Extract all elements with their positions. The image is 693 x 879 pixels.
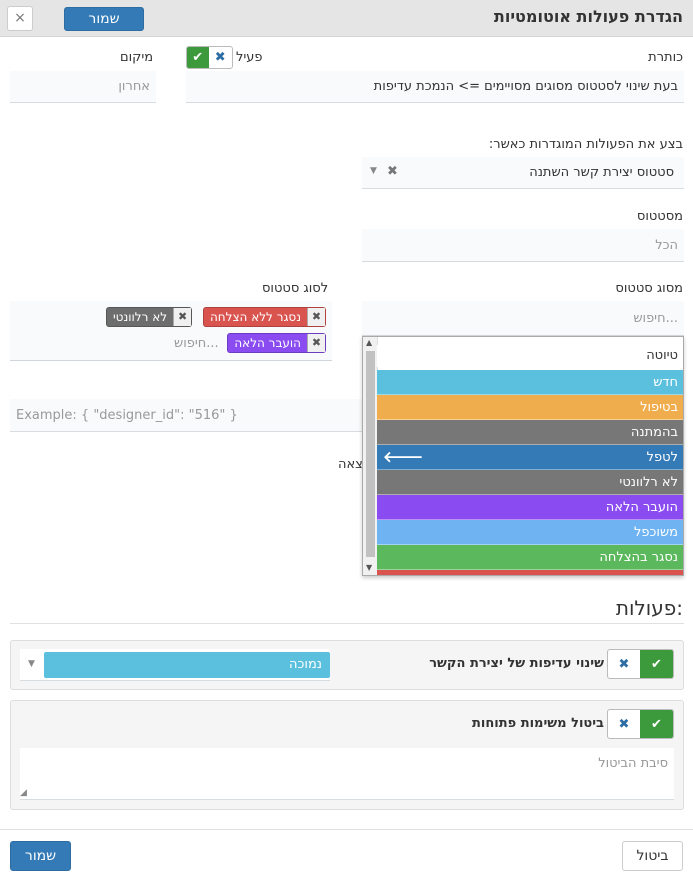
check-icon[interactable]: ✔ — [640, 650, 673, 678]
trigger-select[interactable]: סטטוס יצירת קשר השתנה ✖ ▼ — [362, 157, 684, 189]
cancel-reason-placeholder: סיבת הביטול — [598, 756, 668, 771]
dropdown-option[interactable]: בטיפול — [377, 395, 683, 420]
from-status-label: מסטטוס — [636, 209, 683, 224]
trigger-value: סטטוס יצירת קשר השתנה — [529, 165, 674, 180]
divider — [10, 623, 684, 624]
priority-action-label: שינוי עדיפות של יצירת הקשר — [429, 656, 604, 671]
header-save-button[interactable]: שמור — [64, 7, 144, 31]
from-status-placeholder: הכל — [655, 238, 678, 253]
from-status-type-select[interactable]: חיפוש... — [362, 301, 684, 336]
condition-label: צאה — [338, 457, 363, 472]
footer-divider — [0, 829, 693, 830]
dropdown-option[interactable]: חדש — [377, 370, 683, 395]
title-input-value: בעת שינוי לסטטוס מסוגים מסויימים => הנמכ… — [373, 79, 678, 94]
close-icon[interactable]: × — [7, 6, 33, 31]
chevron-down-icon[interactable]: ▼ — [370, 166, 377, 176]
status-type-dropdown[interactable]: ▲ ▼ טיוטה חדש בטיפול בהמתנה לטפל 🡐 לא רל… — [362, 336, 684, 576]
actions-title: פעולות: — [615, 596, 683, 620]
tag-not-relevant: לא רלוונטי ✖ — [106, 307, 193, 327]
dropdown-option[interactable]: לא רלוונטי — [377, 470, 683, 495]
dropdown-option-cut — [377, 570, 683, 575]
condition-placeholder: Example: { "designer_id": "516" } — [16, 408, 238, 423]
scroll-down-icon[interactable]: ▼ — [366, 563, 372, 572]
priority-select[interactable]: נמוכה ▼ — [20, 649, 330, 681]
trigger-label: בצע את הפעולות המוגדרות כאשר: — [488, 137, 683, 152]
tag-forwarded: הועבר הלאה ✖ — [227, 333, 326, 353]
check-icon[interactable]: ✔ — [187, 47, 209, 68]
cancel-reason-textarea[interactable]: סיבת הביטול ◢ — [20, 748, 674, 800]
position-placeholder: אחרון — [118, 79, 150, 94]
priority-value-bar: נמוכה — [44, 652, 330, 678]
from-status-select[interactable]: הכל — [362, 229, 684, 262]
dropdown-option[interactable]: נסגר בהצלחה — [377, 545, 683, 570]
remove-tag-icon[interactable]: ✖ — [307, 308, 325, 326]
chevron-down-icon[interactable]: ▼ — [28, 659, 35, 669]
from-status-type-search[interactable]: חיפוש... — [633, 311, 678, 326]
title-label: כותרת — [648, 50, 683, 65]
arrow-left-icon: 🡐 — [383, 448, 424, 466]
dropdown-option-label: לטפל — [646, 450, 678, 465]
check-icon[interactable]: ✔ — [640, 710, 673, 738]
tag-label: לא רלוונטי — [113, 310, 168, 324]
condition-input[interactable]: Example: { "designer_id": "516" } — [10, 399, 362, 432]
dropdown-option[interactable]: משוכפל — [377, 520, 683, 545]
title-input[interactable]: בעת שינוי לסטטוס מסוגים מסויימים => הנמכ… — [186, 71, 684, 103]
priority-value: נמוכה — [289, 657, 322, 672]
dropdown-scrollbar[interactable]: ▲ ▼ — [363, 337, 378, 575]
position-input[interactable]: אחרון — [10, 71, 156, 103]
to-status-type-select[interactable]: נסגר ללא הצלחה ✖ לא רלוונטי ✖ הועבר הלאה… — [10, 301, 332, 361]
resize-handle-icon[interactable]: ◢ — [20, 788, 27, 798]
tag-closed-unsuccessful: נסגר ללא הצלחה ✖ — [202, 307, 326, 327]
remove-tag-icon[interactable]: ✖ — [307, 334, 325, 352]
cancel-button[interactable]: ביטול — [622, 841, 683, 871]
active-toggle[interactable]: ✔ ✖ — [186, 46, 233, 69]
to-status-type-label: לסוג סטטוס — [262, 281, 329, 296]
tag-label: נסגר ללא הצלחה — [209, 310, 301, 324]
x-icon[interactable]: ✖ — [209, 47, 232, 68]
clear-icon[interactable]: ✖ — [387, 164, 398, 179]
tag-label: הועבר הלאה — [234, 336, 301, 350]
dropdown-option[interactable]: הועבר הלאה — [377, 495, 683, 520]
x-icon[interactable]: ✖ — [608, 650, 640, 678]
scroll-up-icon[interactable]: ▲ — [366, 338, 372, 347]
remove-tag-icon[interactable]: ✖ — [173, 308, 192, 326]
position-label: מיקום — [120, 50, 154, 65]
active-label: פעיל — [236, 50, 263, 65]
to-status-type-search[interactable]: חיפוש... — [174, 336, 219, 351]
dropdown-option[interactable]: בהמתנה — [377, 420, 683, 445]
footer-save-button[interactable]: שמור — [10, 841, 71, 871]
cancel-tasks-toggle[interactable]: ✖ ✔ — [607, 709, 674, 739]
dialog-title: הגדרת פעולות אוטומטיות — [493, 7, 683, 26]
dropdown-option[interactable]: טיוטה — [377, 345, 683, 367]
cancel-tasks-label: ביטול משימות פתוחות — [472, 716, 604, 731]
priority-toggle[interactable]: ✖ ✔ — [607, 649, 674, 679]
scrollbar-thumb[interactable] — [366, 351, 375, 557]
x-icon[interactable]: ✖ — [608, 710, 640, 738]
dropdown-option-highlighted[interactable]: לטפל 🡐 — [377, 445, 683, 470]
from-status-type-label: מסוג סטטוס — [615, 281, 683, 296]
